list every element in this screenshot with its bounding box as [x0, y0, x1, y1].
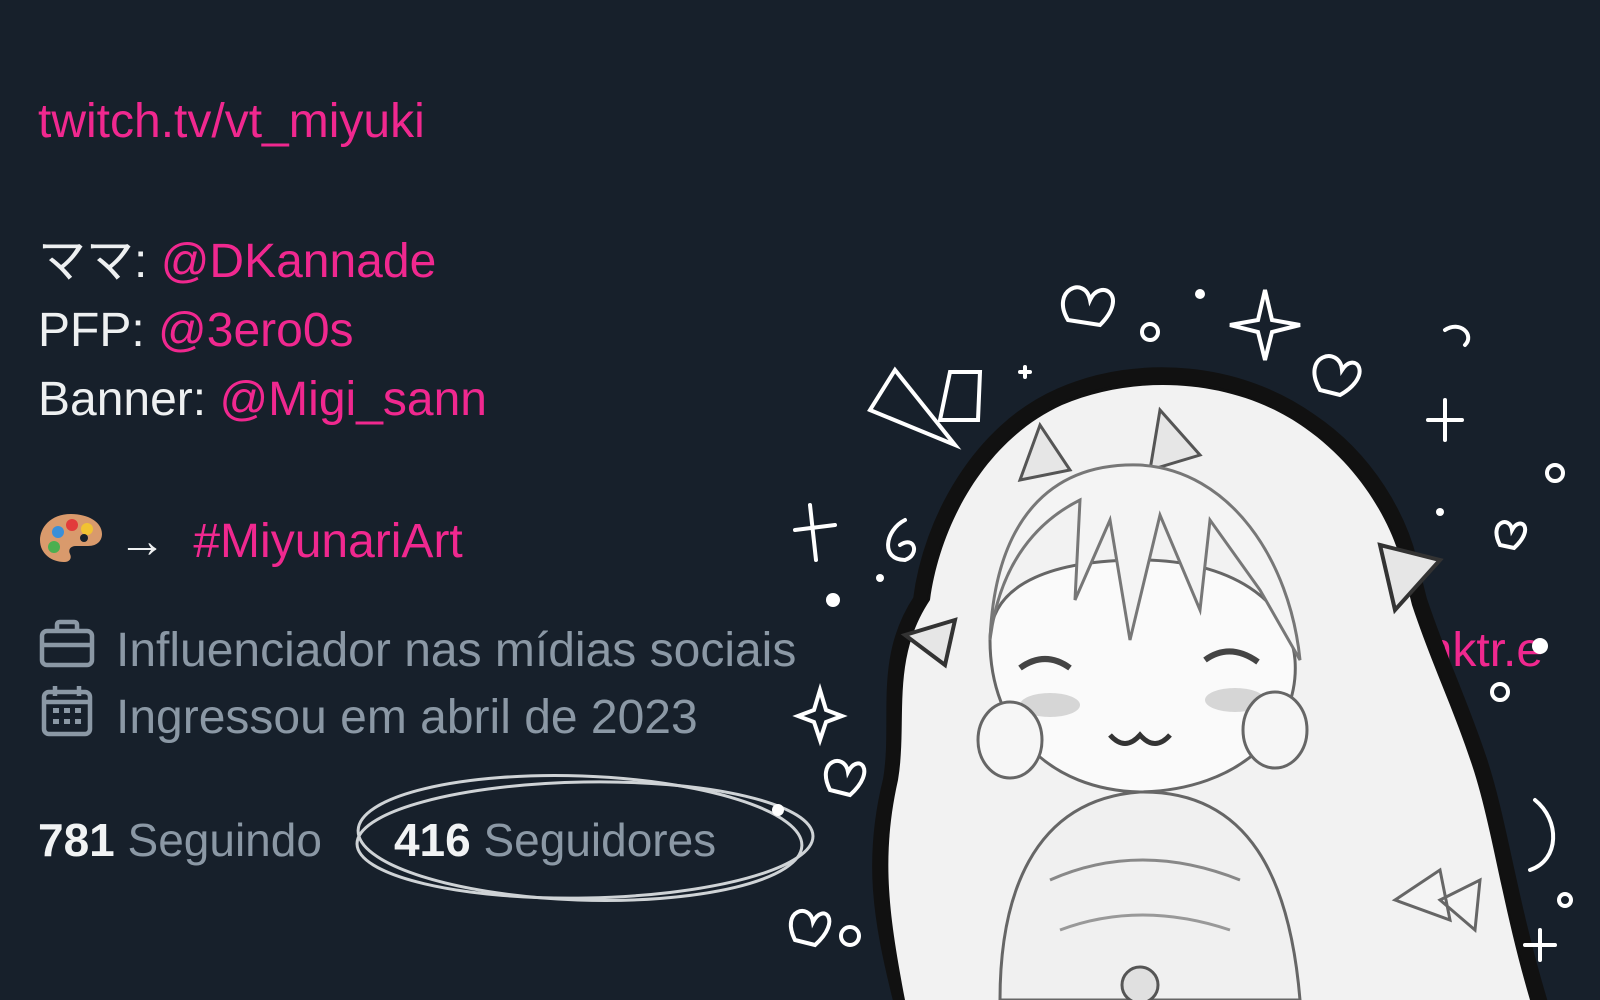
followers-count: 416	[393, 814, 471, 866]
joined-row: Ingressou em abril de 2023	[38, 684, 698, 751]
calendar-icon	[38, 684, 116, 751]
credit-row-mama: ママ: @DKannade	[38, 234, 436, 290]
twitch-link[interactable]: twitch.tv/vt_miyuki	[38, 95, 425, 148]
link-icon	[1335, 622, 1396, 679]
followers-label: Seguidores	[483, 814, 717, 866]
following-link[interactable]: 781 Seguindo	[38, 814, 322, 866]
credit-handle-mama[interactable]: @DKannade	[161, 235, 437, 288]
doodle-dots	[826, 289, 1548, 654]
briefcase-icon	[38, 618, 116, 683]
credit-row-banner: Banner: @Migi_sann	[38, 372, 487, 428]
palette-emoji-icon	[38, 510, 104, 579]
arrow-glyph: →	[118, 515, 166, 569]
art-hashtag-row: → #MiyunariArt	[38, 510, 463, 579]
following-count: 781	[38, 814, 115, 866]
website-link[interactable]: linktr.e	[1404, 623, 1543, 679]
credit-row-pfp: PFP: @3ero0s	[38, 303, 354, 359]
twitch-link-row: twitch.tv/vt_miyuki	[38, 94, 425, 150]
credit-label: ママ:	[38, 235, 161, 288]
chibi-character	[872, 367, 1548, 1000]
following-label: Seguindo	[127, 814, 322, 866]
sparkle-dot	[772, 804, 784, 816]
credit-handle-pfp[interactable]: @3ero0s	[158, 304, 354, 357]
credit-handle-banner[interactable]: @Migi_sann	[219, 373, 487, 426]
credit-label: PFP:	[38, 304, 159, 357]
followers-link[interactable]: 416 Seguidores	[394, 814, 716, 866]
category-label: Influenciador nas mídias sociais	[116, 623, 797, 677]
credit-label: Banner:	[38, 373, 220, 426]
category-row: Influenciador nas mídias sociais linktr.…	[38, 618, 1543, 683]
joined-label: Ingressou em abril de 2023	[116, 690, 698, 744]
art-hashtag-link[interactable]: #MiyunariArt	[193, 515, 462, 568]
follow-stats: 781 Seguindo 416 Seguidores	[38, 812, 716, 868]
